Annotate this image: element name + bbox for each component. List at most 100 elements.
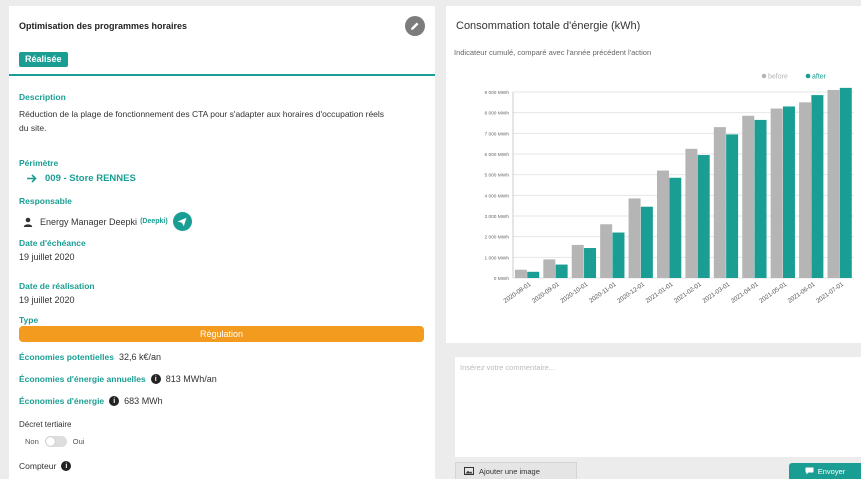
responsable-row: Energy Manager Deepki (Deepki) bbox=[23, 212, 192, 231]
paper-plane-icon bbox=[177, 217, 187, 226]
toggle-off-label: Non bbox=[25, 437, 39, 446]
x-tick-label: 2020-09-01 bbox=[531, 281, 561, 305]
y-tick-label: 7 000 MWh bbox=[484, 131, 509, 137]
bar-after-2021-02-01 bbox=[697, 155, 710, 278]
economies-potentielles-value: 32,6 k€/an bbox=[118, 352, 161, 362]
bar-after-2020-12-01 bbox=[640, 206, 653, 278]
bar-before-2021-05-01 bbox=[770, 108, 783, 279]
bar-after-2021-06-01 bbox=[811, 95, 824, 278]
perimetre-value: 009 - Store RENNES bbox=[45, 173, 136, 184]
user-icon bbox=[23, 217, 33, 227]
action-detail-panel: Optimisation des programmes horaires Réa… bbox=[9, 6, 435, 479]
y-tick-label: 0 MWh bbox=[494, 276, 510, 282]
x-tick-label: 2021-05-01 bbox=[758, 281, 788, 305]
x-tick-label: 2020-08-01 bbox=[502, 281, 532, 305]
bar-before-2020-11-01 bbox=[600, 224, 613, 278]
bar-before-2021-02-01 bbox=[685, 148, 698, 278]
comment-input[interactable] bbox=[455, 357, 861, 457]
bar-after-2020-09-01 bbox=[555, 264, 568, 278]
bar-after-2020-11-01 bbox=[612, 232, 625, 278]
echeance-value: 19 juillet 2020 bbox=[19, 252, 75, 262]
y-tick-label: 2 000 MWh bbox=[484, 235, 509, 241]
bar-before-2021-06-01 bbox=[799, 102, 812, 278]
bar-after-2021-03-01 bbox=[726, 134, 739, 278]
bar-after-2020-08-01 bbox=[527, 271, 540, 278]
add-image-button[interactable]: Ajouter une image bbox=[455, 462, 577, 479]
decret-tertiaire-toggle-row: Non Oui bbox=[25, 436, 84, 447]
realisation-label: Date de réalisation bbox=[19, 281, 95, 291]
bar-after-2020-10-01 bbox=[584, 248, 597, 278]
compteur-row: Compteur i bbox=[19, 461, 72, 471]
bar-before-2021-01-01 bbox=[656, 170, 669, 278]
bar-before-2020-08-01 bbox=[514, 269, 527, 278]
x-tick-label: 2021-01-01 bbox=[644, 281, 674, 305]
legend-marker-before bbox=[761, 73, 767, 79]
bar-before-2021-03-01 bbox=[713, 127, 726, 278]
x-tick-label: 2020-12-01 bbox=[616, 281, 646, 305]
bar-before-2021-04-01 bbox=[742, 115, 755, 279]
y-tick-label: 3 000 MWh bbox=[484, 214, 509, 220]
bar-before-2020-12-01 bbox=[628, 198, 641, 278]
responsable-org: (Deepki) bbox=[140, 218, 168, 225]
y-tick-label: 1 000 MWh bbox=[484, 255, 509, 261]
bar-before-2020-10-01 bbox=[571, 244, 584, 278]
x-tick-label: 2021-06-01 bbox=[787, 281, 817, 305]
bar-before-2020-09-01 bbox=[543, 259, 556, 278]
info-icon[interactable]: i bbox=[109, 396, 120, 406]
add-image-label: Ajouter une image bbox=[479, 466, 540, 476]
type-badge: Régulation bbox=[19, 326, 424, 342]
economies-potentielles-label: Économies potentielles bbox=[19, 352, 114, 362]
x-tick-label: 2021-03-01 bbox=[701, 281, 731, 305]
perimetre-link[interactable]: 009 - Store RENNES bbox=[27, 173, 136, 184]
bar-after-2021-05-01 bbox=[782, 106, 795, 278]
panel-header: Optimisation des programmes horaires Réa… bbox=[9, 6, 435, 76]
bar-after-2021-07-01 bbox=[839, 87, 852, 278]
description-text: Réduction de la plage de fonctionnement … bbox=[19, 109, 385, 133]
perimetre-label: Périmètre bbox=[19, 158, 59, 168]
image-icon bbox=[464, 467, 474, 475]
responsable-label: Responsable bbox=[19, 196, 72, 206]
description-label: Description bbox=[19, 92, 66, 102]
comment-panel bbox=[455, 357, 861, 457]
economies-energie-label: Économies d'énergie bbox=[19, 396, 105, 406]
toggle-knob bbox=[45, 437, 55, 446]
compteur-label: Compteur bbox=[19, 461, 57, 471]
economies-energie-annuelles-row: Économies d'énergie annuelles i 813 MWh/… bbox=[19, 374, 217, 384]
status-badge: Réalisée bbox=[19, 52, 68, 67]
echeance-label: Date d'échéance bbox=[19, 238, 86, 248]
chart-panel: Consommation totale d'énergie (kWh) Indi… bbox=[446, 6, 861, 343]
legend-marker-after bbox=[805, 73, 811, 79]
realisation-value: 19 juillet 2020 bbox=[19, 295, 75, 305]
type-label: Type bbox=[19, 315, 39, 325]
economies-energie-value: 683 MWh bbox=[124, 396, 163, 406]
x-tick-label: 2020-11-01 bbox=[588, 281, 618, 305]
decret-tertiaire-label: Décret tertiaire bbox=[19, 420, 72, 429]
x-tick-label: 2020-10-01 bbox=[559, 281, 589, 305]
bar-after-2021-01-01 bbox=[669, 177, 682, 278]
economies-energie-annuelles-label: Économies d'énergie annuelles bbox=[19, 374, 146, 384]
send-message-button[interactable] bbox=[172, 212, 192, 231]
send-label: Envoyer bbox=[817, 466, 846, 476]
economies-energie-row: Économies d'énergie i 683 MWh bbox=[19, 396, 163, 406]
info-icon[interactable]: i bbox=[150, 374, 161, 384]
pencil-icon bbox=[411, 22, 419, 30]
legend-label-before: before bbox=[768, 74, 788, 81]
legend-label-after: after bbox=[812, 74, 827, 81]
send-button[interactable]: Envoyer bbox=[789, 463, 861, 479]
bar-after-2021-04-01 bbox=[754, 119, 767, 279]
decret-tertiaire-toggle[interactable] bbox=[44, 436, 67, 447]
edit-button[interactable] bbox=[405, 16, 425, 36]
bar-before-2021-07-01 bbox=[827, 89, 840, 278]
energy-bar-chart: 0 MWh 1 000 MWh 2 000 MWh 3 000 MWh 4 000 MW… bbox=[484, 73, 854, 305]
x-tick-label: 2021-07-01 bbox=[815, 281, 845, 305]
action-title: Optimisation des programmes horaires bbox=[19, 21, 188, 31]
info-icon[interactable]: i bbox=[61, 461, 72, 471]
x-tick-label: 2021-02-01 bbox=[673, 281, 703, 305]
y-tick-label: 9 000 MWh bbox=[484, 90, 509, 96]
arrow-right-icon bbox=[27, 174, 37, 183]
x-tick-label: 2021-04-01 bbox=[730, 281, 760, 305]
y-tick-label: 5 000 MWh bbox=[484, 173, 509, 179]
y-tick-label: 6 000 MWh bbox=[484, 152, 509, 158]
y-tick-label: 4 000 MWh bbox=[484, 193, 509, 199]
economies-potentielles-row: Économies potentielles 32,6 k€/an bbox=[19, 352, 161, 362]
